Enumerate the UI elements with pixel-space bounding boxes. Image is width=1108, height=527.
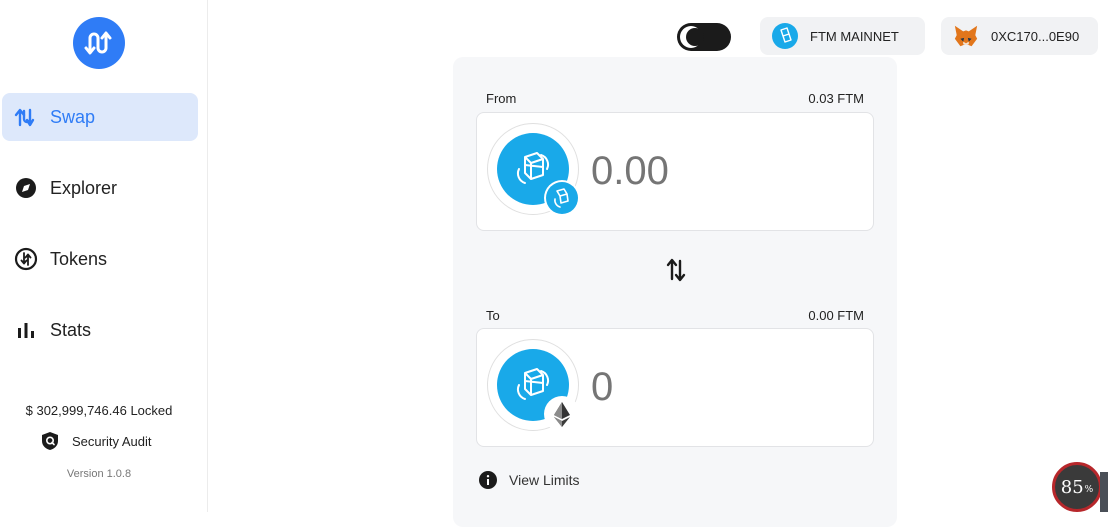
version-text: Version 1.0.8	[66, 468, 132, 480]
overlay-tab[interactable]	[1100, 472, 1108, 512]
performance-widget[interactable]: 85%	[1052, 462, 1102, 512]
wallet-address: 0XC170...0E90	[991, 28, 1080, 44]
sidebar-item-tokens[interactable]: Tokens	[2, 235, 198, 283]
sidebar-item-label: Swap	[50, 106, 96, 127]
switch-direction-button[interactable]	[664, 256, 688, 284]
total-value-locked: $ 302,999,746.46 Locked	[25, 403, 173, 418]
to-label: To	[486, 308, 500, 323]
sidebar-item-swap[interactable]: Swap	[2, 93, 198, 141]
metamask-fox-icon	[953, 23, 979, 49]
sidebar-item-label: Explorer	[50, 177, 118, 198]
sidebar: Swap Explorer Tokens Stats $ 302,999,746…	[0, 0, 208, 512]
shield-icon	[40, 431, 60, 451]
network-label: FTM MAINNET	[810, 28, 899, 44]
fantom-icon	[772, 23, 798, 49]
from-box	[476, 112, 874, 231]
dark-mode-toggle[interactable]	[677, 23, 731, 51]
bar-chart-icon	[14, 318, 38, 342]
to-amount-input[interactable]	[591, 365, 851, 410]
wallet-button[interactable]: 0XC170...0E90	[941, 17, 1098, 55]
view-limits-link[interactable]: View Limits	[479, 471, 580, 489]
security-audit-label: Security Audit	[72, 433, 152, 449]
app-logo[interactable]	[73, 17, 125, 69]
from-token-selector[interactable]	[487, 123, 580, 216]
ethereum-icon	[544, 396, 580, 432]
percent-unit: %	[1084, 485, 1094, 495]
multichain-logo-icon	[84, 31, 112, 55]
swap-vertical-icon	[666, 258, 686, 282]
from-amount-input[interactable]	[591, 149, 851, 194]
info-icon	[479, 471, 497, 489]
to-balance: 0.00 FTM	[808, 308, 864, 323]
from-balance: 0.03 FTM	[808, 91, 864, 106]
to-label-row: To 0.00 FTM	[486, 308, 864, 323]
fantom-icon	[544, 180, 580, 216]
moon-icon	[680, 26, 704, 48]
performance-percent: 85	[1060, 476, 1084, 498]
tokens-icon	[14, 247, 38, 271]
from-label-row: From 0.03 FTM	[486, 91, 864, 106]
network-selector[interactable]: FTM MAINNET	[760, 17, 925, 55]
swap-arrows-icon	[14, 105, 38, 129]
sidebar-item-label: Stats	[50, 319, 92, 340]
view-limits-label: View Limits	[509, 472, 580, 488]
security-audit-link[interactable]: Security Audit	[40, 431, 152, 451]
to-box	[476, 328, 874, 447]
from-label: From	[486, 91, 517, 106]
to-token-selector[interactable]	[487, 339, 580, 432]
swap-card: From 0.03 FTM To 0.00 FTM	[453, 57, 897, 527]
sidebar-item-stats[interactable]: Stats	[2, 306, 198, 354]
sidebar-item-explorer[interactable]: Explorer	[2, 164, 198, 212]
sidebar-item-label: Tokens	[50, 248, 108, 269]
compass-icon	[14, 176, 38, 200]
